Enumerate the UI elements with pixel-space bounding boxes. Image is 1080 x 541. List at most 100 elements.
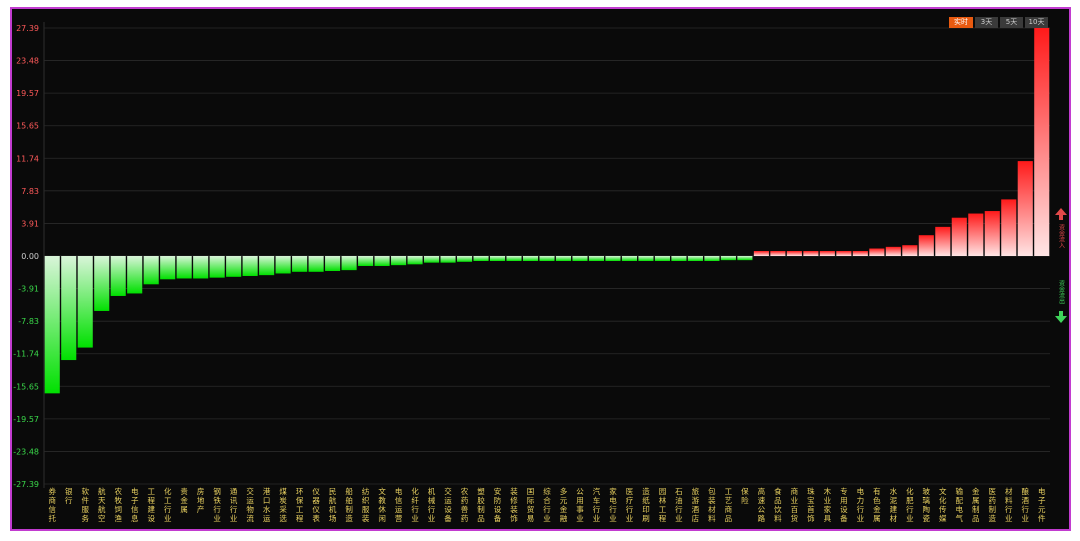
bar[interactable] xyxy=(325,256,341,271)
category-label: 交运物流 xyxy=(246,486,254,523)
bar[interactable] xyxy=(456,256,473,262)
bar[interactable] xyxy=(621,256,638,261)
category-label: 木业家具 xyxy=(824,486,832,523)
category-label: 保险 xyxy=(741,487,749,505)
bar[interactable] xyxy=(1034,27,1050,256)
bar[interactable] xyxy=(424,256,440,263)
bar[interactable] xyxy=(605,256,621,261)
tab-5-days[interactable]: 5天 xyxy=(1000,17,1023,28)
category-label: 化肥行业 xyxy=(906,486,914,523)
category-label: 专用设备 xyxy=(840,486,848,523)
y-tick-label: 15.65 xyxy=(16,122,39,131)
y-tick-label: -15.65 xyxy=(13,382,39,391)
bar[interactable] xyxy=(259,256,275,276)
bar[interactable] xyxy=(127,256,143,294)
category-label: 贵金属 xyxy=(180,486,188,514)
bar[interactable] xyxy=(522,256,539,261)
bar[interactable] xyxy=(440,256,456,263)
bar[interactable] xyxy=(968,213,984,256)
category-label: 装修装饰 xyxy=(510,486,518,523)
category-label: 纺织服装 xyxy=(362,486,370,523)
tab-3-days[interactable]: 3天 xyxy=(975,17,998,28)
bar[interactable] xyxy=(94,256,110,311)
category-label: 有色金属 xyxy=(873,486,881,523)
bar[interactable] xyxy=(193,256,209,279)
bar[interactable] xyxy=(341,256,357,271)
bar[interactable] xyxy=(209,256,225,278)
bar[interactable] xyxy=(77,256,93,348)
bar[interactable] xyxy=(704,256,720,261)
bar[interactable] xyxy=(687,256,703,261)
tab-realtime[interactable]: 实时 xyxy=(949,17,973,28)
bar[interactable] xyxy=(1001,199,1017,256)
bar[interactable] xyxy=(473,256,489,261)
category-label: 钢铁行业 xyxy=(213,486,221,523)
bar[interactable] xyxy=(292,256,308,272)
bar[interactable] xyxy=(819,251,835,256)
bar[interactable] xyxy=(143,256,159,285)
category-label: 医药制造 xyxy=(989,487,997,523)
outflow-indicator: 资金流出 xyxy=(1053,280,1069,327)
category-label: 通讯行业 xyxy=(230,486,238,523)
bar[interactable] xyxy=(671,256,687,261)
y-tick-label: -3.91 xyxy=(18,285,39,294)
bar[interactable] xyxy=(654,256,670,261)
category-label: 船舶制造 xyxy=(345,486,353,523)
bar[interactable] xyxy=(358,256,374,266)
category-label: 塑胶制品 xyxy=(477,487,485,523)
period-tabs: 实时 3天 5天 10天 xyxy=(949,17,1048,28)
bar[interactable] xyxy=(918,235,934,256)
bar[interactable] xyxy=(869,248,885,256)
category-label: 综合行业 xyxy=(543,486,551,523)
bar[interactable] xyxy=(226,256,242,277)
bar[interactable] xyxy=(902,245,918,256)
arrow-up-icon xyxy=(1055,208,1067,220)
bar[interactable] xyxy=(407,256,423,265)
bar[interactable] xyxy=(506,256,522,261)
category-label: 国际贸易 xyxy=(527,487,535,523)
bar[interactable] xyxy=(242,256,258,276)
bar[interactable] xyxy=(176,256,192,279)
y-tick-label: -23.48 xyxy=(13,447,39,456)
bar[interactable] xyxy=(753,251,769,256)
bar[interactable] xyxy=(638,256,654,261)
category-label: 化纤行业 xyxy=(411,486,419,523)
y-tick-label: -11.74 xyxy=(13,350,39,359)
bar[interactable] xyxy=(61,256,77,361)
bar[interactable] xyxy=(737,256,753,261)
bar[interactable] xyxy=(572,256,588,261)
bar[interactable] xyxy=(110,256,126,296)
bar[interactable] xyxy=(160,256,176,280)
category-label: 煤炭采选 xyxy=(279,486,287,523)
bar[interactable] xyxy=(44,256,60,394)
bar[interactable] xyxy=(836,251,852,256)
bar[interactable] xyxy=(852,251,868,256)
category-label: 石油行业 xyxy=(675,487,683,523)
bar[interactable] xyxy=(951,217,967,256)
bar[interactable] xyxy=(786,251,802,256)
bar[interactable] xyxy=(391,256,407,266)
bar[interactable] xyxy=(935,226,951,256)
category-label: 文教休闲 xyxy=(378,486,386,523)
category-label: 仪器仪表 xyxy=(312,487,320,523)
bar[interactable] xyxy=(1017,161,1033,256)
bar[interactable] xyxy=(308,256,324,272)
bar[interactable] xyxy=(555,256,572,261)
bar[interactable] xyxy=(770,251,786,256)
bar[interactable] xyxy=(588,256,605,261)
category-label: 包装材料 xyxy=(708,486,716,523)
bar[interactable] xyxy=(984,211,1000,256)
bar[interactable] xyxy=(803,251,819,256)
bar[interactable] xyxy=(885,246,901,256)
category-label: 电子元件 xyxy=(1038,486,1046,523)
bar[interactable] xyxy=(374,256,390,266)
y-tick-label: 3.91 xyxy=(21,219,39,228)
bar[interactable] xyxy=(489,256,506,261)
bar[interactable] xyxy=(275,256,291,274)
category-label: 高速公路 xyxy=(758,486,766,523)
bar[interactable] xyxy=(539,256,555,261)
category-label: 房地产 xyxy=(197,486,205,514)
tab-10-days[interactable]: 10天 xyxy=(1025,17,1048,28)
category-label: 电信运营 xyxy=(395,486,403,523)
bar[interactable] xyxy=(720,256,736,261)
